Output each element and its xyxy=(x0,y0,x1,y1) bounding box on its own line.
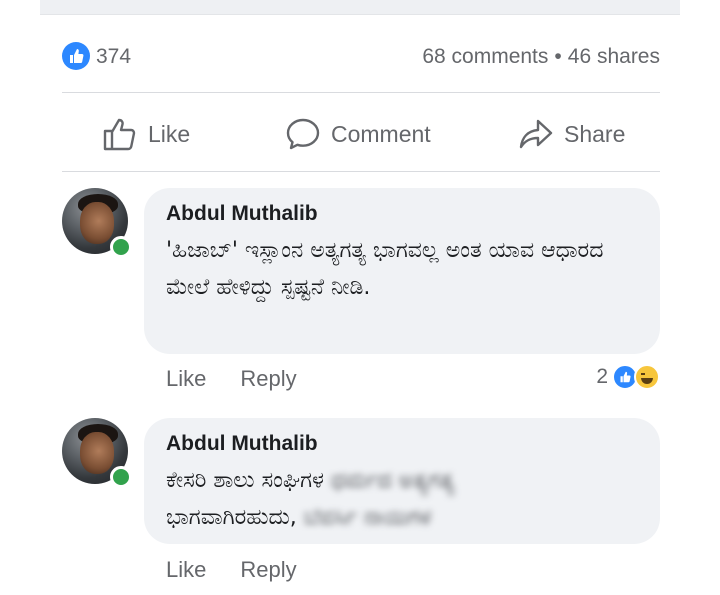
share-label: Share xyxy=(564,120,626,147)
comment-icon xyxy=(285,117,321,151)
online-status-icon xyxy=(110,236,132,258)
like-icon[interactable] xyxy=(62,42,90,70)
comments-count[interactable]: 68 comments xyxy=(422,45,548,68)
comment-reply-button[interactable]: Reply xyxy=(240,557,296,582)
post-card: 374 68 comments • 46 shares Like Comment xyxy=(40,14,680,595)
comment-bubble[interactable]: Abdul Muthalib 'ಹಿಜಾಬ್' ಇಸ್ಲಾಂನ ಅತ್ಯಗತ್ಯ… xyxy=(144,188,660,354)
like-button[interactable]: Like xyxy=(102,104,190,164)
comment-author[interactable]: Abdul Muthalib xyxy=(166,202,640,226)
haha-icon xyxy=(634,364,660,390)
comment-author[interactable]: Abdul Muthalib xyxy=(166,432,640,456)
comment-bubble[interactable]: Abdul Muthalib ಕೇಸರಿ ಶಾಲು ಸಂಘಿಗಳ ಧರ್ಮದ ಅ… xyxy=(144,418,660,544)
comment-reaction-count: 2 xyxy=(596,365,608,388)
online-status-icon xyxy=(110,466,132,488)
comment-text-line2-blurred: ಬೆವರ್ಸಿ ನಾಯಿಗಳ xyxy=(303,505,432,530)
comment-like-button[interactable]: Like xyxy=(166,557,206,582)
divider xyxy=(62,92,660,93)
top-bar xyxy=(40,0,680,15)
like-label: Like xyxy=(148,120,191,147)
comment-text-line2: ಭಾಗವಾಗಿರಹುದು, xyxy=(166,505,297,530)
comment-text-blurred: ಧರ್ಮದ ಅತ್ಯಗತ್ಯ xyxy=(331,468,455,493)
reaction-count[interactable]: 374 xyxy=(96,45,131,69)
comment-like-button[interactable]: Like xyxy=(166,366,206,391)
post-actions: Like Comment Share xyxy=(62,104,660,164)
comment-text-visible: ಕೇಸರಿ ಶಾಲು ಸಂಘಿಗಳ xyxy=(166,468,324,493)
shares-count[interactable]: 46 shares xyxy=(568,45,660,68)
comment-button[interactable]: Comment xyxy=(285,104,431,164)
comment-reactions[interactable]: 2 xyxy=(596,364,660,390)
post-stats: 374 68 comments • 46 shares xyxy=(62,40,660,72)
comment-text: 'ಹಿಜಾಬ್' ಇಸ್ಲಾಂನ ಅತ್ಯಗತ್ಯ ಭಾಗವಲ್ಲ ಅಂತ ಯಾ… xyxy=(166,238,604,300)
comment-meta: Like Reply xyxy=(166,557,297,583)
divider xyxy=(62,171,660,172)
share-button[interactable]: Share xyxy=(518,104,625,164)
comment-label: Comment xyxy=(331,120,431,147)
thumbs-up-icon xyxy=(102,117,138,151)
separator: • xyxy=(554,45,562,68)
share-icon xyxy=(518,117,554,151)
comment-text: ಕೇಸರಿ ಶಾಲು ಸಂಘಿಗಳ ಧರ್ಮದ ಅತ್ಯಗತ್ಯ ಭಾಗವಾಗಿ… xyxy=(166,462,640,536)
comment-meta: Like Reply xyxy=(166,366,297,392)
comments-shares: 68 comments • 46 shares xyxy=(422,45,660,69)
comment-reply-button[interactable]: Reply xyxy=(240,366,296,391)
